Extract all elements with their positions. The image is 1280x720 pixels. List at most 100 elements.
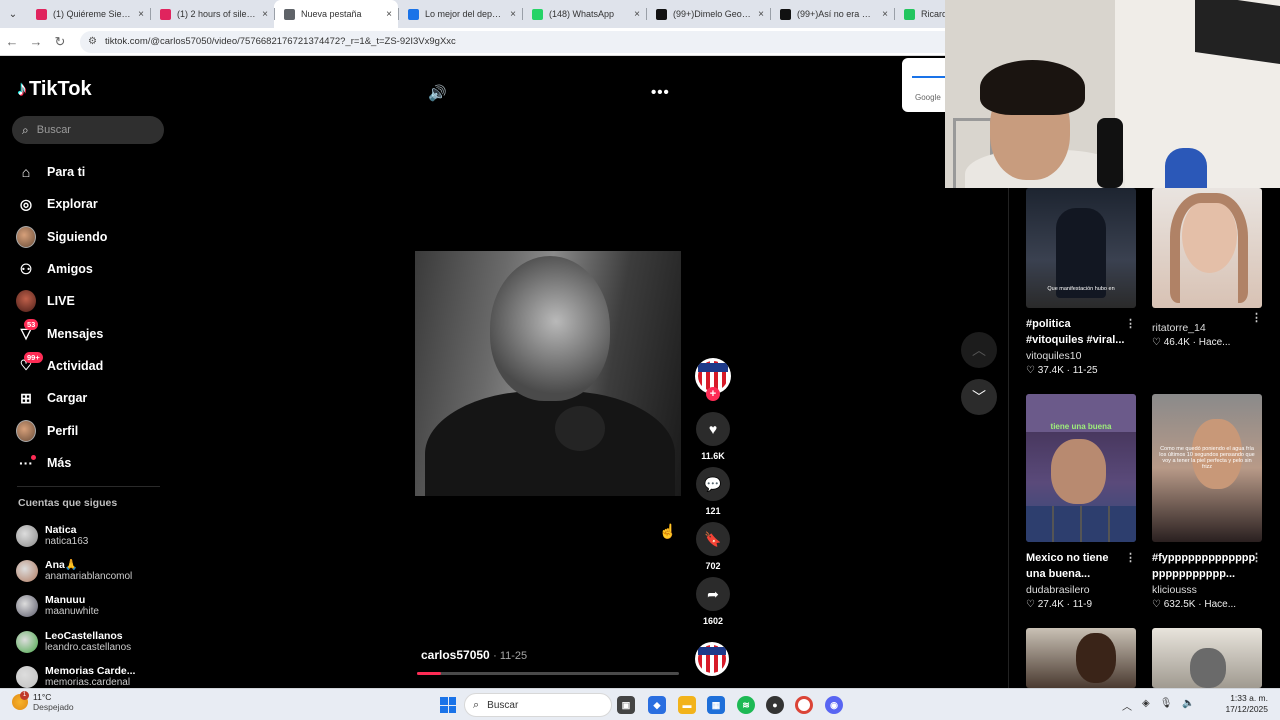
following-user[interactable]: Ana🙏 anamariablancomol [16,553,166,588]
recommended-card[interactable] [1152,628,1264,688]
file-explorer-icon[interactable]: ▬ [678,696,696,714]
video-thumbnail[interactable] [1026,628,1136,688]
close-tab-icon[interactable]: × [262,9,268,20]
video-thumbnail[interactable] [1152,188,1262,308]
video-thumbnail[interactable]: Como me quedó poniendo el agua fría los … [1152,394,1262,542]
sidebar-item-mensajes[interactable]: ▽ 53 Mensajes [16,317,166,349]
tiktok-logo[interactable]: ♪ TikTok [17,78,92,101]
video-progress-bar[interactable] [417,672,679,675]
tray-expand-icon[interactable]: ︿ [1122,698,1132,713]
card-user[interactable]: dudabrasilero [1026,584,1138,596]
close-tab-icon[interactable]: × [634,9,640,20]
recommended-card[interactable]: Como me quedó poniendo el agua fría los … [1152,394,1264,610]
more-options-icon[interactable]: ••• [651,84,670,101]
sidebar-item-para-ti[interactable]: ⌂ Para ti [16,156,166,188]
sidebar-item-cargar[interactable]: ⊞ Cargar [16,382,166,414]
search-icon: ⌕ [473,698,480,711]
recommended-card[interactable]: tiene una buena Mexico no tiene una buen… [1026,394,1138,610]
browser-tab[interactable]: (1) 2 hours of silence × [150,0,274,28]
weather-widget[interactable]: 1 11°C Despejado [12,691,74,712]
forward-icon[interactable]: → [24,34,48,49]
following-user[interactable]: LeoCastellanos leandro.castellanos [16,624,166,659]
recommended-card[interactable] [1026,628,1138,688]
site-info-icon[interactable]: ⚙ [88,36,97,47]
browser-tab[interactable]: (148) WhatsApp × [522,0,646,28]
card-user[interactable]: ritatorre_14 [1152,322,1264,334]
save-button[interactable]: 🔖 [696,522,730,556]
network-icon[interactable]: ◈ [1142,698,1150,713]
like-button[interactable]: ♥ [696,412,730,446]
card-user[interactable]: kliciousss [1152,584,1264,596]
card-date: 11-25 [1072,365,1098,376]
close-tab-icon[interactable]: × [386,9,392,20]
sidebar-item-label: Para ti [47,165,86,180]
spotify-icon[interactable]: ≋ [737,696,755,714]
task-view-icon[interactable]: ▣ [617,696,635,714]
search-input[interactable]: ⌕ Buscar [12,116,164,144]
card-date: Hace... [1204,599,1237,610]
card-menu-icon[interactable]: ⋮ [1125,550,1136,566]
sidebar-item-más[interactable]: ··· Más [16,447,166,479]
following-user[interactable]: Manuuu maanuwhite [16,589,166,624]
hand-cursor-icon: ☝ [659,523,677,539]
taskbar-search[interactable]: ⌕ Buscar [464,693,612,717]
browser-tab[interactable]: Nueva pestaña × [274,0,398,28]
sidebar-item-amigos[interactable]: ⚇ Amigos [16,253,166,285]
video-thumbnail[interactable]: tiene una buena [1026,394,1136,542]
sidebar-item-live[interactable]: LIVE [16,285,166,317]
reload-icon[interactable]: ↻ [48,34,72,50]
card-user[interactable]: vitoquiles10 [1026,350,1138,362]
chrome-icon[interactable] [795,696,813,714]
browser-tab[interactable]: (99+)Dimelo George × [646,0,770,28]
volume-tray-icon[interactable]: 🔈 [1182,698,1194,713]
recommended-card[interactable]: ⋮ ritatorre_14 ♡ 46.4K · Hace... [1152,188,1264,348]
following-user[interactable]: Natica natica163 [16,518,166,553]
close-tab-icon[interactable]: × [882,9,888,20]
close-tab-icon[interactable]: × [138,9,144,20]
microphone-icon[interactable]: 🎙 [1160,698,1173,713]
card-menu-icon[interactable]: ⋮ [1251,310,1262,326]
avatar [16,524,38,547]
live-avatar [16,290,36,313]
close-tab-icon[interactable]: × [758,9,764,20]
comment-button[interactable]: 💬 [696,467,730,501]
system-tray: ︿ ◈ 🎙 🔈 [1122,698,1195,713]
card-likes: 37.4K [1037,365,1064,376]
sidebar-item-label: Explorar [47,197,98,212]
recommended-card[interactable]: Que manifestación hubo en #politica #vit… [1026,188,1138,376]
store-icon[interactable]: ▦ [707,696,725,714]
sidebar-item-siguiendo[interactable]: Siguiendo [16,221,166,253]
next-video-button[interactable]: ﹀ [961,379,997,415]
video-thumbnail[interactable]: Que manifestación hubo en [1026,188,1136,308]
sidebar-item-perfil[interactable]: Perfil [16,414,166,446]
google-signin-popup[interactable]: Google [902,58,947,112]
system-clock[interactable]: 1:33 a. m. 17/12/2025 [1198,693,1268,715]
music-disc-avatar[interactable] [695,642,729,676]
obs-icon[interactable]: ● [766,696,784,714]
chevron-down-icon: ﹀ [972,389,986,405]
browser-tab[interactable]: (99+)Así no era @Inc × [770,0,894,28]
share-button[interactable]: ➦ [696,577,730,611]
browser-tab[interactable]: Lo mejor del deporte × [398,0,522,28]
follow-plus-icon[interactable]: + [706,387,720,401]
sidebar-item-actividad[interactable]: ♡ 99+ Actividad [16,350,166,382]
video-player[interactable] [415,251,681,496]
url-field[interactable]: ⚙ tiktok.com/@carlos57050/video/75766821… [80,30,980,53]
user-handle: natica163 [45,535,89,547]
sidebar-item-explorar[interactable]: ◎ Explorar [16,188,166,220]
back-icon[interactable]: ← [0,34,24,49]
comment-icon: 💬 [704,475,722,492]
video-creator[interactable]: carlos57050 · 11-25 [421,648,527,662]
browser-tab[interactable]: (1) Quiéreme Siempre × [26,0,150,28]
tab-search-menu-icon[interactable]: ⌄ [0,0,26,28]
close-tab-icon[interactable]: × [510,9,516,20]
volume-icon[interactable]: 🔊 [428,84,447,102]
previous-video-button[interactable]: ︿ [961,332,997,368]
discord-icon[interactable]: ◉ [825,696,843,714]
start-button[interactable] [440,697,456,713]
card-menu-icon[interactable]: ⋮ [1251,550,1262,566]
card-menu-icon[interactable]: ⋮ [1125,316,1136,332]
video-thumbnail[interactable] [1152,628,1262,688]
tab-favicon-icon [160,8,171,20]
copilot-icon[interactable]: ◆ [648,696,666,714]
